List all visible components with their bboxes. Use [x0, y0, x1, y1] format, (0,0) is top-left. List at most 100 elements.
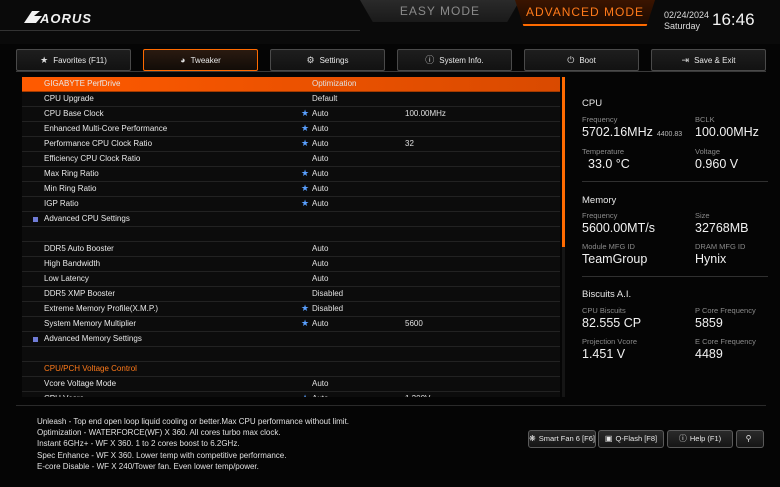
date-display: 02/24/2024 Saturday	[664, 10, 709, 32]
search-icon: ⚲	[745, 434, 752, 443]
setting-label: CPU Upgrade	[44, 94, 94, 103]
setting-row[interactable]: Performance CPU Clock Ratio ★ Auto 32	[22, 137, 560, 152]
chip-icon: ▣	[604, 434, 613, 443]
setting-value[interactable]: Disabled	[312, 287, 343, 301]
settings-scrollbar[interactable]	[562, 77, 565, 397]
favorite-star-icon[interactable]: ★	[301, 301, 309, 315]
favorite-star-icon[interactable]: ★	[301, 121, 309, 135]
help-line: Instant 6GHz+ - WF X 360. 1 to 2 cores b…	[37, 439, 240, 449]
setting-label: Vcore Voltage Mode	[44, 379, 117, 388]
setting-label: Extreme Memory Profile(X.M.P.)	[44, 304, 159, 313]
submenu-item[interactable]: Advanced Memory Settings	[22, 332, 560, 347]
top-divider	[0, 30, 360, 31]
easy-mode-button[interactable]: EASY MODE	[360, 0, 520, 22]
setting-row[interactable]: System Memory Multiplier ★ Auto 5600	[22, 317, 560, 332]
e-core-frequency-label: E Core Frequency	[695, 337, 756, 346]
exit-icon: ⇥	[681, 55, 690, 65]
projection-vcore-label: Projection Vcore	[582, 337, 638, 346]
help-line: Unleash - Top end open loop liquid cooli…	[37, 417, 350, 426]
memory-size-label: Size	[695, 211, 710, 220]
scrollbar-thumb[interactable]	[562, 77, 565, 247]
setting-current-value: 5600	[405, 319, 423, 328]
setting-label: Efficiency CPU Clock Ratio	[44, 154, 141, 163]
q-flash-button[interactable]: ▣ Q-Flash [F8]	[598, 430, 664, 448]
setting-row[interactable]: Max Ring Ratio ★ Auto	[22, 167, 560, 182]
cpu-frequency-label: Frequency	[582, 115, 618, 124]
favorite-star-icon[interactable]: ★	[301, 136, 309, 150]
setting-value[interactable]: Auto	[312, 242, 328, 256]
list-spacer	[22, 347, 560, 362]
favorite-star-icon[interactable]: ★	[301, 166, 309, 180]
tab-tweaker[interactable]: ◕ Tweaker	[143, 49, 258, 71]
help-button[interactable]: ⓘ Help (F1)	[667, 430, 733, 448]
setting-row[interactable]: DDR5 Auto Booster Auto	[22, 242, 560, 257]
setting-row[interactable]: IGP Ratio ★ Auto	[22, 197, 560, 212]
cpu-voltage-value: 0.960 V	[695, 157, 739, 171]
setting-value[interactable]: Optimization	[312, 77, 356, 91]
button-label: Help (F1)	[689, 434, 722, 443]
setting-value[interactable]: Default	[312, 92, 337, 106]
list-spacer	[22, 227, 560, 242]
tab-label: Boot	[579, 56, 596, 65]
setting-row[interactable]: CPU Base Clock ★ Auto 100.00MHz	[22, 107, 560, 122]
favorite-star-icon[interactable]: ★	[301, 391, 309, 397]
setting-value[interactable]: Auto	[312, 377, 328, 391]
favorite-star-icon[interactable]: ★	[301, 181, 309, 195]
setting-value[interactable]: Auto	[312, 152, 328, 166]
search-button[interactable]: ⚲	[736, 430, 764, 448]
setting-current-value: 1.200V	[405, 392, 430, 397]
tab-label: Save & Exit	[694, 56, 736, 65]
setting-row[interactable]: CPU Upgrade Default	[22, 92, 560, 107]
setting-value[interactable]: Auto	[312, 392, 328, 397]
memory-frequency-value: 5600.00MT/s	[582, 221, 655, 235]
dram-mfg-value: Hynix	[695, 252, 727, 266]
setting-value[interactable]: Disabled	[312, 302, 343, 316]
setting-row[interactable]: GIGABYTE PerfDrive Optimization	[22, 77, 560, 92]
setting-row[interactable]: Min Ring Ratio ★ Auto	[22, 182, 560, 197]
favorite-star-icon[interactable]: ★	[301, 106, 309, 120]
setting-value[interactable]: Auto	[312, 167, 328, 181]
setting-row[interactable]: Vcore Voltage Mode Auto	[22, 377, 560, 392]
setting-value[interactable]: Auto	[312, 122, 328, 136]
section-heading: CPU/PCH Voltage Control	[22, 362, 560, 377]
setting-row[interactable]: CPU Vcore ★Auto 1.200V	[22, 392, 560, 397]
tab-system-info[interactable]: ⓘ System Info.	[397, 49, 512, 71]
favorite-star-icon[interactable]: ★	[301, 196, 309, 210]
favorite-star-icon[interactable]: ★	[301, 316, 309, 330]
setting-value[interactable]: Auto	[312, 257, 328, 271]
setting-value[interactable]: Auto	[312, 182, 328, 196]
tab-favorites[interactable]: ★ Favorites (F11)	[16, 49, 131, 71]
setting-row[interactable]: High Bandwidth Auto	[22, 257, 560, 272]
cpu-temperature-label: Temperature	[582, 147, 625, 156]
setting-value[interactable]: Auto	[312, 272, 328, 286]
setting-row[interactable]: Efficiency CPU Clock Ratio Auto	[22, 152, 560, 167]
tab-settings[interactable]: ⚙ Settings	[270, 49, 385, 71]
power-icon: ⏻	[567, 55, 575, 65]
tab-boot[interactable]: ⏻ Boot	[524, 49, 639, 71]
help-line: Spec Enhance - WF X 360. Lower temp with…	[37, 450, 287, 460]
bclk-label: BCLK	[695, 115, 715, 124]
setting-current-value: 32	[405, 139, 414, 148]
tab-label: System Info.	[439, 56, 484, 65]
cpu-biscuits-value: 82.555 CP	[582, 316, 642, 330]
setting-value[interactable]: Auto	[312, 107, 328, 121]
smart-fan-button[interactable]: ❋ Smart Fan 6 [F6]	[528, 430, 596, 448]
clock-time: 16:46	[712, 10, 755, 29]
setting-value[interactable]: Auto	[312, 197, 328, 211]
brand-name: AORUS	[40, 11, 92, 26]
setting-row[interactable]: Extreme Memory Profile(X.M.P.) ★ Disabled	[22, 302, 560, 317]
setting-row[interactable]: Low Latency Auto	[22, 272, 560, 287]
setting-label: Low Latency	[44, 274, 89, 283]
tab-save-exit[interactable]: ⇥ Save & Exit	[651, 49, 766, 71]
cpu-frequency-number: 5702.16MHz	[582, 125, 653, 139]
memory-size-value: 32768MB	[695, 221, 749, 235]
setting-label: High Bandwidth	[44, 259, 101, 268]
setting-label: Enhanced Multi-Core Performance	[44, 124, 168, 133]
setting-row[interactable]: DDR5 XMP Booster Disabled	[22, 287, 560, 302]
submenu-item[interactable]: Advanced CPU Settings	[22, 212, 560, 227]
setting-row[interactable]: Enhanced Multi-Core Performance ★ Auto	[22, 122, 560, 137]
cpu-voltage-label: Voltage	[695, 147, 721, 156]
advanced-mode-button[interactable]: ADVANCED MODE	[515, 0, 655, 26]
setting-value[interactable]: Auto	[312, 317, 328, 331]
setting-value[interactable]: Auto	[312, 137, 328, 151]
